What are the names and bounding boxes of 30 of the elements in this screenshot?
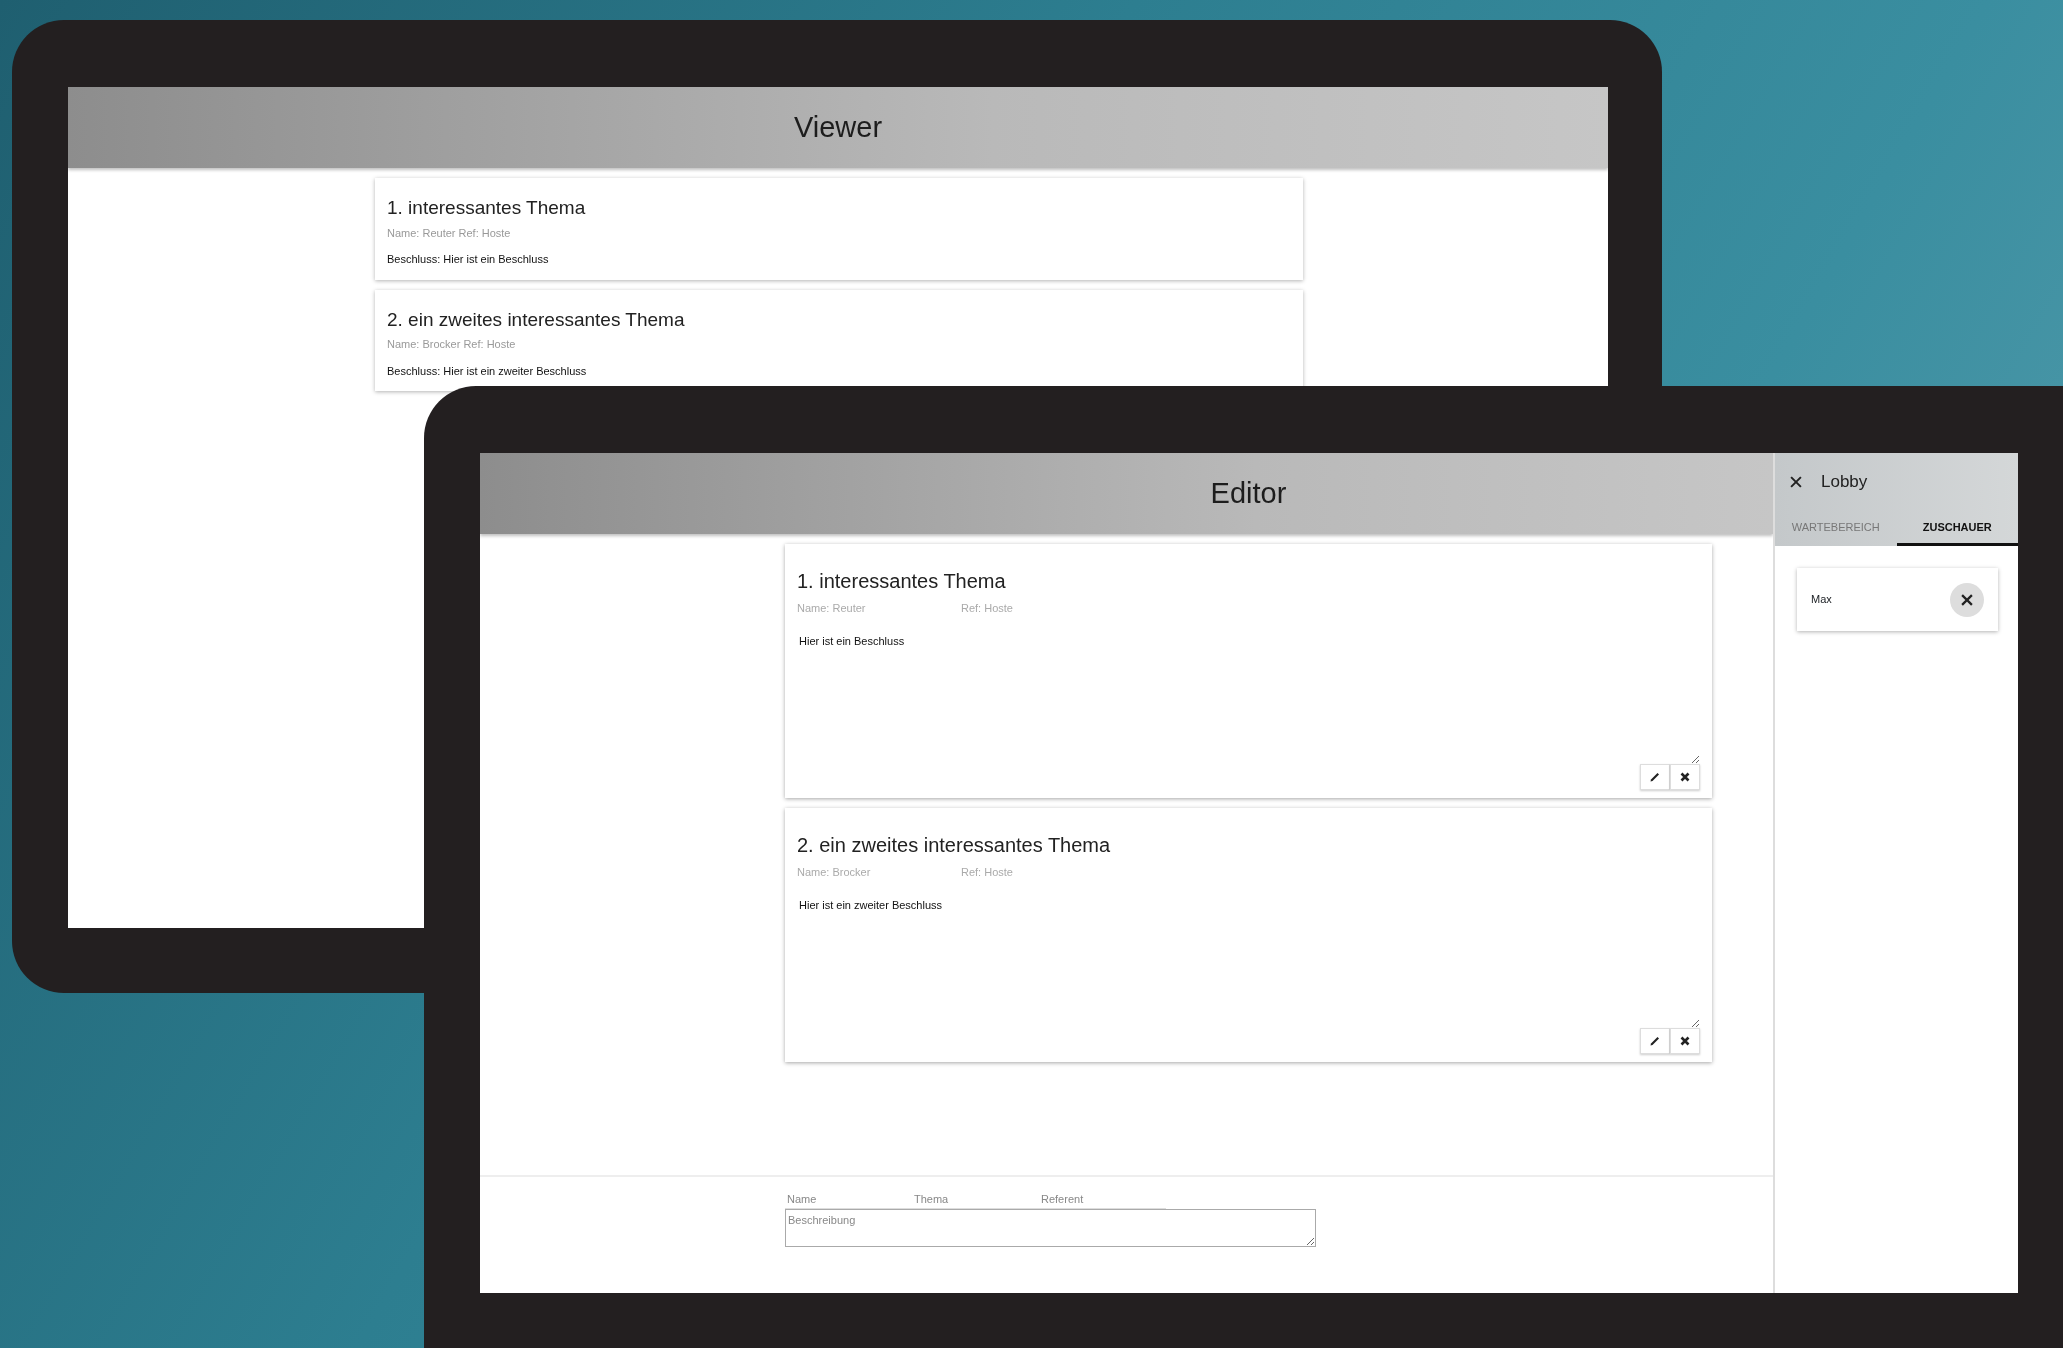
topic-title: 2. ein zweites interessantes Thema — [387, 307, 686, 332]
person-name: Max — [1811, 592, 1832, 608]
delete-button[interactable] — [1670, 764, 1700, 790]
topic-title: 1. interessantes Thema — [387, 196, 587, 220]
lobby-title: Lobby — [1821, 471, 1868, 493]
remove-button[interactable] — [1950, 582, 1984, 617]
close-icon — [1680, 1036, 1690, 1046]
delete-button[interactable] — [1670, 1028, 1700, 1054]
header-title: Viewer — [793, 109, 883, 145]
topic-referent: Ref: Hoste — [961, 601, 1013, 616]
topic-title: 1. interessantes Thema — [797, 569, 1007, 594]
topic-name: Name: Reuter — [797, 601, 867, 616]
topic-meta: Name: Brocker Ref: Hoste — [387, 337, 517, 352]
close-icon — [1789, 474, 1803, 489]
topic-name: Name: Brocker — [797, 865, 872, 880]
close-button[interactable] — [1789, 474, 1803, 489]
tab[interactable]: ZUSCHAUER — [1896, 512, 2018, 546]
topic-title: 2. ein zweites interessantes Thema — [797, 833, 1112, 858]
edit-button[interactable] — [1640, 1028, 1670, 1054]
header-title: Editor — [1210, 475, 1287, 511]
edit-button[interactable] — [1640, 764, 1670, 790]
topic-referent: Ref: Hoste — [961, 865, 1013, 880]
pencil-icon — [1649, 1035, 1661, 1047]
decision-text: Beschluss: Hier ist ein Beschluss — [387, 252, 550, 267]
close-icon — [1960, 592, 1974, 607]
pencil-icon — [1649, 771, 1661, 783]
decision-text: Beschluss: Hier ist ein zweiter Beschluss — [387, 363, 588, 379]
topic-meta: Name: Reuter Ref: Hoste — [387, 225, 512, 241]
description-field[interactable]: Beschreibung — [785, 1209, 1316, 1247]
close-icon — [1680, 772, 1690, 782]
